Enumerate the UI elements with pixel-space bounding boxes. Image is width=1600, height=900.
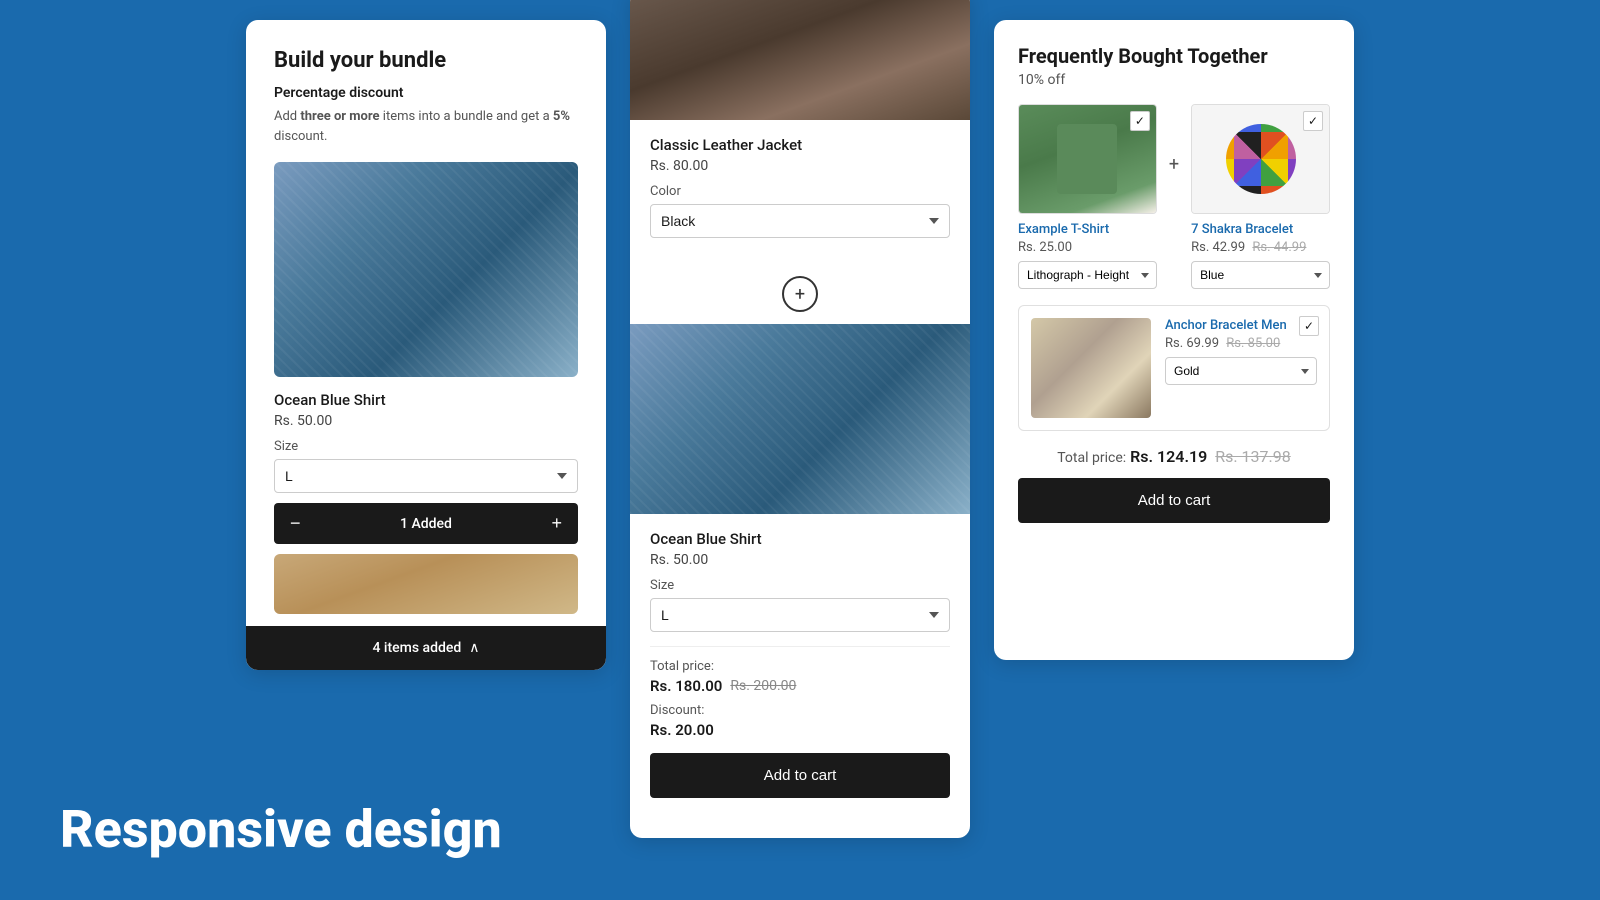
center-size-select[interactable]: L XS S M XL (650, 598, 950, 632)
center-size-label: Size (650, 578, 950, 593)
responsive-design-text: Responsive design (60, 799, 502, 860)
fbt-product3-price: Rs. 69.99 Rs. 85.00 (1165, 336, 1317, 351)
total-prices: Rs. 180.00 Rs. 200.00 (650, 677, 950, 695)
center-content2: Ocean Blue Shirt Rs. 50.00 Size L XS S M… (630, 514, 970, 814)
center-content: Classic Leather Jacket Rs. 80.00 Color B… (630, 120, 970, 264)
fbt-total-label: Total price: (1057, 450, 1126, 466)
fbt-product3-container: ✓ Anchor Bracelet Men Rs. 69.99 Rs. 85.0… (1018, 305, 1330, 431)
desc-bold2: 5% (553, 109, 570, 124)
right-card: Frequently Bought Together 10% off ✓ Exa… (994, 20, 1354, 660)
fbt-products-row: ✓ Example T-Shirt Rs. 25.00 Lithograph -… (1018, 104, 1330, 289)
fbt-product2-price-current: Rs. 42.99 (1191, 240, 1245, 255)
fbt-product2-price: Rs. 42.99 Rs. 44.99 (1191, 240, 1330, 255)
center-jacket-bg (630, 0, 970, 120)
discount-desc: Add three or more items into a bundle an… (274, 107, 578, 146)
center-shirt-bg (630, 324, 970, 514)
fbt-plus-icon: + (1169, 104, 1179, 175)
fbt-product2-name: 7 Shakra Bracelet (1191, 222, 1330, 237)
left-size-label: Size (274, 439, 578, 454)
qty-plus-btn[interactable]: + (535, 503, 578, 544)
fbt-anchor-bg (1031, 318, 1151, 418)
fbt-product3-price-current: Rs. 69.99 (1165, 336, 1219, 351)
fbt-product3-info: Anchor Bracelet Men Rs. 69.99 Rs. 85.00 … (1165, 318, 1317, 385)
fbt-product2-image: ✓ (1191, 104, 1330, 214)
fbt-product3-inner: Anchor Bracelet Men Rs. 69.99 Rs. 85.00 … (1031, 318, 1317, 418)
left-product-name: Ocean Blue Shirt (274, 391, 578, 409)
left-product-price: Rs. 50.00 (274, 413, 578, 429)
main-container: Build your bundle Percentage discount Ad… (0, 0, 1600, 900)
fbt-product3-image (1031, 318, 1151, 418)
plus-circle-icon[interactable]: + (782, 276, 818, 312)
qty-control: − 1 Added + (274, 503, 578, 544)
fbt-product2-variant-select[interactable]: Blue Red Green (1191, 261, 1330, 289)
discount-label-row: Discount: (650, 703, 950, 718)
left-card: Build your bundle Percentage discount Ad… (246, 20, 606, 670)
center-product1-name: Classic Leather Jacket (650, 136, 950, 154)
center-color-select[interactable]: Black Brown Tan (650, 204, 950, 238)
fbt-total-row: Total price: Rs. 124.19 Rs. 137.98 (1018, 447, 1330, 466)
center-add-to-cart-btn[interactable]: Add to cart (650, 753, 950, 798)
desc-prefix: Add (274, 109, 300, 124)
discount-amount: Rs. 20.00 (650, 721, 950, 739)
desc-suffix: discount. (274, 129, 327, 144)
discount-label: Percentage discount (274, 85, 578, 101)
left-size-select[interactable]: L XS S M XL (274, 459, 578, 493)
fbt-product2-checkbox[interactable]: ✓ (1303, 111, 1323, 131)
fbt-product3-name: Anchor Bracelet Men (1165, 318, 1317, 333)
fbt-product1-price: Rs. 25.00 (1018, 240, 1157, 255)
discount-section: Percentage discount Add three or more it… (274, 85, 578, 146)
center-product1-price: Rs. 80.00 (650, 158, 950, 174)
center-color-label: Color (650, 184, 950, 199)
fbt-add-to-cart-btn[interactable]: Add to cart (1018, 478, 1330, 523)
fbt-product1-checkbox[interactable]: ✓ (1130, 111, 1150, 131)
left-card-title: Build your bundle (274, 48, 578, 73)
total-label: Total price: (650, 659, 950, 674)
center-card: Classic Leather Jacket Rs. 80.00 Color B… (630, 0, 970, 838)
desc-bold: three or more (300, 109, 379, 124)
center-product2-price: Rs. 50.00 (650, 552, 950, 568)
fbt-product1-image: ✓ (1018, 104, 1157, 214)
center-top-image (630, 0, 970, 120)
fbt-product1: ✓ Example T-Shirt Rs. 25.00 Lithograph -… (1018, 104, 1157, 289)
fbt-plus-symbol: + (1169, 154, 1179, 175)
fbt-product2-price-original: Rs. 44.99 (1252, 240, 1306, 255)
total-price-current: Rs. 180.00 (650, 677, 722, 695)
fbt-product1-name: Example T-Shirt (1018, 222, 1157, 237)
fbt-total-price-original: Rs. 137.98 (1215, 447, 1290, 466)
qty-minus-btn[interactable]: − (274, 503, 317, 544)
items-added-count: 4 items added (372, 640, 461, 656)
fbt-total-price-current: Rs. 124.19 (1130, 447, 1207, 466)
fbt-product3-variant-select[interactable]: Gold Silver Black (1165, 357, 1317, 385)
center-product2-name: Ocean Blue Shirt (650, 530, 950, 548)
center-product2-image (630, 324, 970, 514)
fbt-title: Frequently Bought Together (1018, 44, 1330, 68)
plus-circle-symbol: + (795, 284, 805, 305)
items-added-chevron: ∧ (469, 640, 479, 656)
fbt-product1-variant-select[interactable]: Lithograph - Height Standard (1018, 261, 1157, 289)
qty-label: 1 Added (317, 516, 536, 532)
fbt-product2: ✓ 7 Shakra Bracelet Rs. 42.99 Rs. 44.99 … (1191, 104, 1330, 289)
fbt-discount-label: 10% off (1018, 72, 1330, 88)
fbt-chakra-visual (1226, 124, 1296, 194)
fbt-product3-price-original: Rs. 85.00 (1226, 336, 1280, 351)
total-price-original: Rs. 200.00 (730, 678, 796, 694)
fbt-product3-checkbox[interactable]: ✓ (1299, 316, 1319, 336)
total-section: Total price: Rs. 180.00 Rs. 200.00 Disco… (650, 646, 950, 798)
left-product-image (274, 162, 578, 377)
items-added-bar[interactable]: 4 items added ∧ (246, 626, 606, 670)
desc-middle: items into a bundle and get a (380, 109, 553, 124)
